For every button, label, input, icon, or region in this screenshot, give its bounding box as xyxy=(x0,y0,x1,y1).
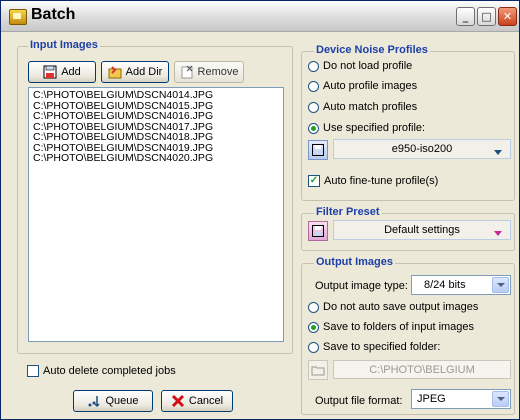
file-list-item[interactable]: C:\PHOTO\BELGIUM\DSCN4016.JPG xyxy=(29,111,283,122)
batch-window: Batch _ □ ✕ Input Images Add Add Dir Rem… xyxy=(0,0,520,420)
noise-profile-option[interactable]: Auto match profiles xyxy=(308,101,417,113)
add-dir-icon xyxy=(108,65,122,79)
add-button[interactable]: Add xyxy=(28,61,96,83)
window-title: Batch xyxy=(31,6,76,23)
radio-button[interactable] xyxy=(308,80,319,92)
radio-button[interactable] xyxy=(308,301,319,313)
file-list-item[interactable]: C:\PHOTO\BELGIUM\DSCN4020.JPG xyxy=(29,153,283,164)
folder-icon xyxy=(311,366,325,376)
queue-button[interactable]: Queue xyxy=(73,390,153,412)
filter-preset-select[interactable]: Default settings xyxy=(333,220,511,240)
output-save-option[interactable]: Save to folders of input images xyxy=(308,321,474,333)
maximize-button[interactable]: □ xyxy=(477,7,496,26)
floppy-icon xyxy=(312,225,324,237)
radio-button[interactable] xyxy=(308,341,319,353)
radio-button[interactable] xyxy=(308,60,319,72)
add-dir-label: Add Dir xyxy=(125,66,163,78)
profile-floppy-button[interactable] xyxy=(308,140,328,160)
chevron-down-icon xyxy=(494,150,502,155)
filter-preset-value: Default settings xyxy=(384,224,460,236)
remove-label: Remove xyxy=(197,66,239,78)
preset-floppy-button[interactable] xyxy=(308,221,328,241)
minimize-button[interactable]: _ xyxy=(456,7,475,26)
noise-profile-option[interactable]: Auto profile images xyxy=(308,80,417,92)
auto-fine-tune-row[interactable]: ✓ Auto fine-tune profile(s) xyxy=(308,175,438,187)
output-type-select[interactable]: 8/24 bits xyxy=(411,275,511,295)
output-type-label: Output image type: xyxy=(315,280,408,292)
output-format-label: Output file format: xyxy=(315,395,403,407)
device-noise-legend: Device Noise Profiles xyxy=(314,44,430,56)
noise-profile-option-label: Auto profile images xyxy=(323,80,418,92)
remove-icon xyxy=(180,65,194,79)
output-save-option[interactable]: Save to specified folder: xyxy=(308,341,440,353)
input-images-legend: Input Images xyxy=(28,39,100,51)
folder-browse-button[interactable] xyxy=(308,360,328,380)
close-button[interactable]: ✕ xyxy=(498,7,517,26)
input-file-list[interactable]: C:\PHOTO\BELGIUM\DSCN4014.JPG C:\PHOTO\BE… xyxy=(28,87,284,342)
output-save-option-label: Save to specified folder: xyxy=(323,341,441,353)
output-save-option[interactable]: Do not auto save output images xyxy=(308,301,478,313)
noise-profile-option[interactable]: Use specified profile: xyxy=(308,122,425,134)
output-save-option-label: Do not auto save output images xyxy=(323,301,479,313)
auto-delete-checkbox[interactable] xyxy=(27,365,39,377)
output-save-option-label: Save to folders of input images xyxy=(323,321,475,333)
floppy-icon xyxy=(312,144,324,156)
profile-select[interactable]: e950-iso200 xyxy=(333,139,511,159)
chevron-down-icon xyxy=(494,231,502,236)
radio-button[interactable] xyxy=(308,101,319,113)
add-dir-button[interactable]: Add Dir xyxy=(101,61,169,83)
cancel-label: Cancel xyxy=(188,395,224,407)
queue-icon xyxy=(87,394,101,408)
output-format-value: JPEG xyxy=(417,393,446,405)
output-folder-field[interactable]: C:\PHOTO\BELGIUM xyxy=(333,360,511,379)
remove-button[interactable]: Remove xyxy=(174,61,244,83)
filter-preset-legend: Filter Preset xyxy=(314,206,382,218)
cancel-icon xyxy=(171,394,185,408)
auto-fine-tune-label: Auto fine-tune profile(s) xyxy=(324,175,439,187)
output-format-select[interactable]: JPEG xyxy=(411,389,511,409)
noise-profile-option-label: Do not load profile xyxy=(323,60,413,72)
output-type-value: 8/24 bits xyxy=(424,279,466,291)
queue-label: Queue xyxy=(105,395,139,407)
output-folder-value: C:\PHOTO\BELGIUM xyxy=(369,363,475,376)
auto-delete-label: Auto delete completed jobs xyxy=(43,365,176,377)
output-images-legend: Output Images xyxy=(314,256,396,268)
noise-profile-option-label: Auto match profiles xyxy=(323,101,418,113)
noise-profile-option-label: Use specified profile: xyxy=(323,122,426,134)
app-icon xyxy=(9,9,27,25)
profile-select-value: e950-iso200 xyxy=(391,143,453,155)
file-list-item[interactable]: C:\PHOTO\BELGIUM\DSCN4014.JPG xyxy=(29,90,283,101)
add-label: Add xyxy=(61,66,81,78)
cancel-button[interactable]: Cancel xyxy=(161,390,233,412)
noise-profile-option[interactable]: Do not load profile xyxy=(308,60,412,72)
chevron-down-icon[interactable] xyxy=(492,391,509,407)
auto-fine-tune-checkbox[interactable]: ✓ xyxy=(308,175,320,187)
title-bar[interactable]: Batch _ □ ✕ xyxy=(1,1,519,32)
chevron-down-icon[interactable] xyxy=(492,277,509,293)
radio-button[interactable] xyxy=(308,122,319,134)
file-list-item[interactable]: C:\PHOTO\BELGIUM\DSCN4018.JPG xyxy=(29,132,283,143)
auto-delete-checkbox-row[interactable]: Auto delete completed jobs xyxy=(27,365,176,377)
add-icon xyxy=(43,65,57,79)
radio-button[interactable] xyxy=(308,321,319,333)
